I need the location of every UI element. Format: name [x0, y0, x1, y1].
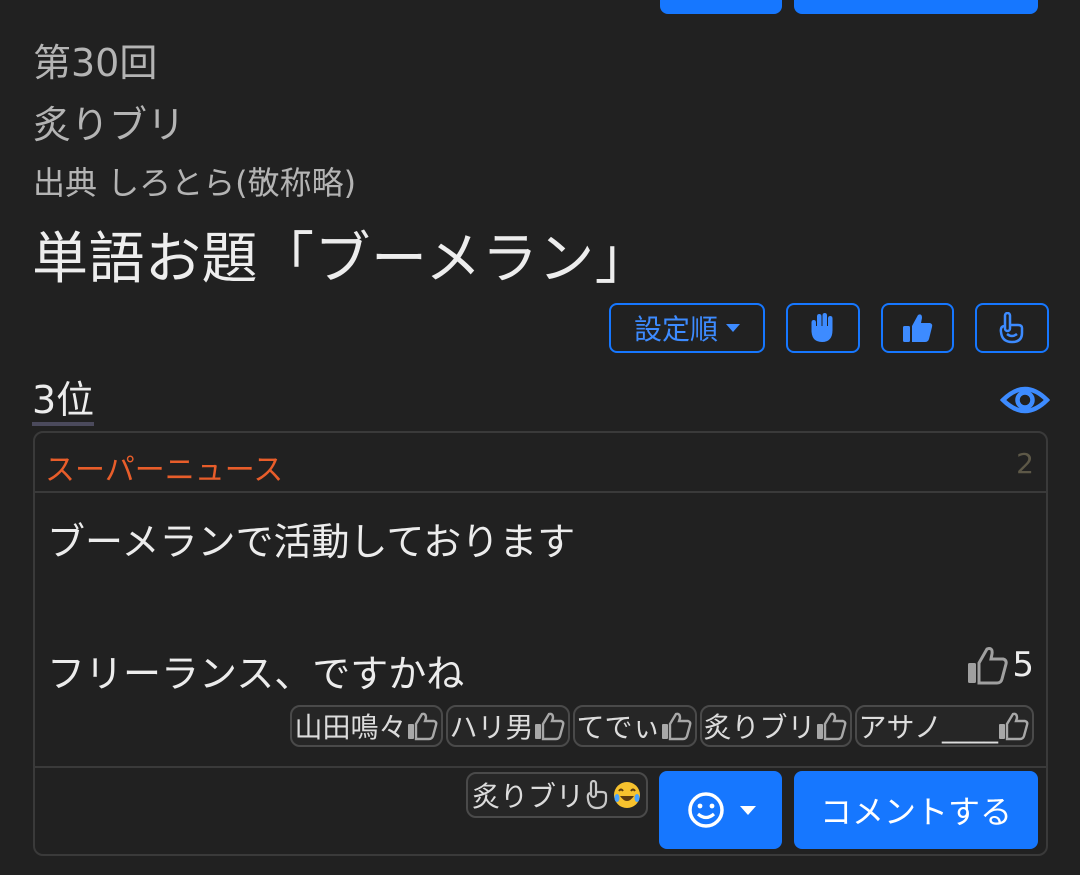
eye-icon[interactable] [1000, 378, 1050, 422]
page: 第30回 炙りブリ 出典 しろとら(敬称略) 単語お題「ブーメラン」 設定順 3… [0, 0, 1080, 875]
thumbs-up-icon [902, 314, 932, 342]
voter-list: 山田鳴々 ハリ男 てでぃ 炙りブリ アサノ____ [290, 705, 1034, 747]
comment-button[interactable]: コメントする [794, 771, 1038, 849]
emoji-picker-button[interactable] [659, 771, 782, 849]
voter-chip[interactable]: 山田鳴々 [290, 705, 443, 747]
pointing-hand-icon [999, 312, 1024, 344]
divider [35, 766, 1046, 768]
entry-username[interactable]: スーパーニュース [45, 445, 283, 489]
thumbs-up-outline-icon [816, 712, 846, 741]
entry-card: スーパーニュース 2 ブーメランで活動しております フリーランス、ですかね 5 … [33, 431, 1048, 856]
voter-name: てでぃ [576, 711, 661, 744]
voter-name: アサノ____ [858, 711, 998, 744]
thumbs-up-button[interactable] [881, 303, 954, 353]
laughing-emoji-icon [614, 782, 640, 808]
thumbs-up-outline-icon [968, 647, 1009, 685]
raised-hand-icon [811, 313, 833, 342]
reaction-user: 炙りブリ [471, 780, 584, 813]
entry-text-line-2: フリーランス、ですかね [47, 652, 465, 696]
top-button-right[interactable] [794, 0, 1038, 14]
pointing-hand-icon [586, 780, 608, 810]
chevron-down-icon [726, 324, 740, 332]
like-count: 5 [966, 645, 1034, 685]
round-label: 第30回 [33, 41, 158, 85]
raised-hand-button[interactable] [786, 303, 860, 353]
page-title: 単語お題「ブーメラン」 [32, 227, 652, 292]
entry-text-line-1: ブーメランで活動しております [47, 520, 576, 564]
pointing-hand-button[interactable] [975, 303, 1049, 353]
post-author[interactable]: 炙りブリ [33, 94, 185, 149]
source-label: 出典 しろとら(敬称略) [33, 164, 357, 202]
like-count-value: 5 [1012, 645, 1034, 685]
voter-chip[interactable]: 炙りブリ [699, 705, 852, 747]
thumbs-up-outline-icon [661, 712, 691, 741]
smiley-icon [687, 792, 724, 828]
voter-name: 炙りブリ [703, 711, 816, 744]
bottom-cutoff-indicator [968, 862, 1048, 875]
thumbs-up-outline-icon [534, 712, 564, 741]
thumbs-up-outline-icon [999, 712, 1029, 741]
entry-card-header: スーパーニュース 2 [35, 433, 1046, 493]
top-button-left[interactable] [660, 0, 782, 14]
voter-chip[interactable]: てでぃ [572, 705, 697, 747]
reaction-chip[interactable]: 炙りブリ [466, 772, 648, 818]
sort-dropdown[interactable]: 設定順 [609, 303, 765, 353]
entry-number: 2 [1016, 447, 1034, 480]
voter-chip[interactable]: ハリ男 [445, 705, 570, 747]
thumbs-up-outline-icon [407, 712, 437, 741]
voter-name: 山田鳴々 [294, 711, 407, 744]
voter-name: ハリ男 [449, 711, 534, 744]
chevron-down-icon [739, 805, 756, 815]
sort-label: 設定順 [633, 313, 718, 346]
rank-label: 3位 [32, 378, 95, 426]
voter-chip[interactable]: アサノ____ [854, 705, 1034, 747]
